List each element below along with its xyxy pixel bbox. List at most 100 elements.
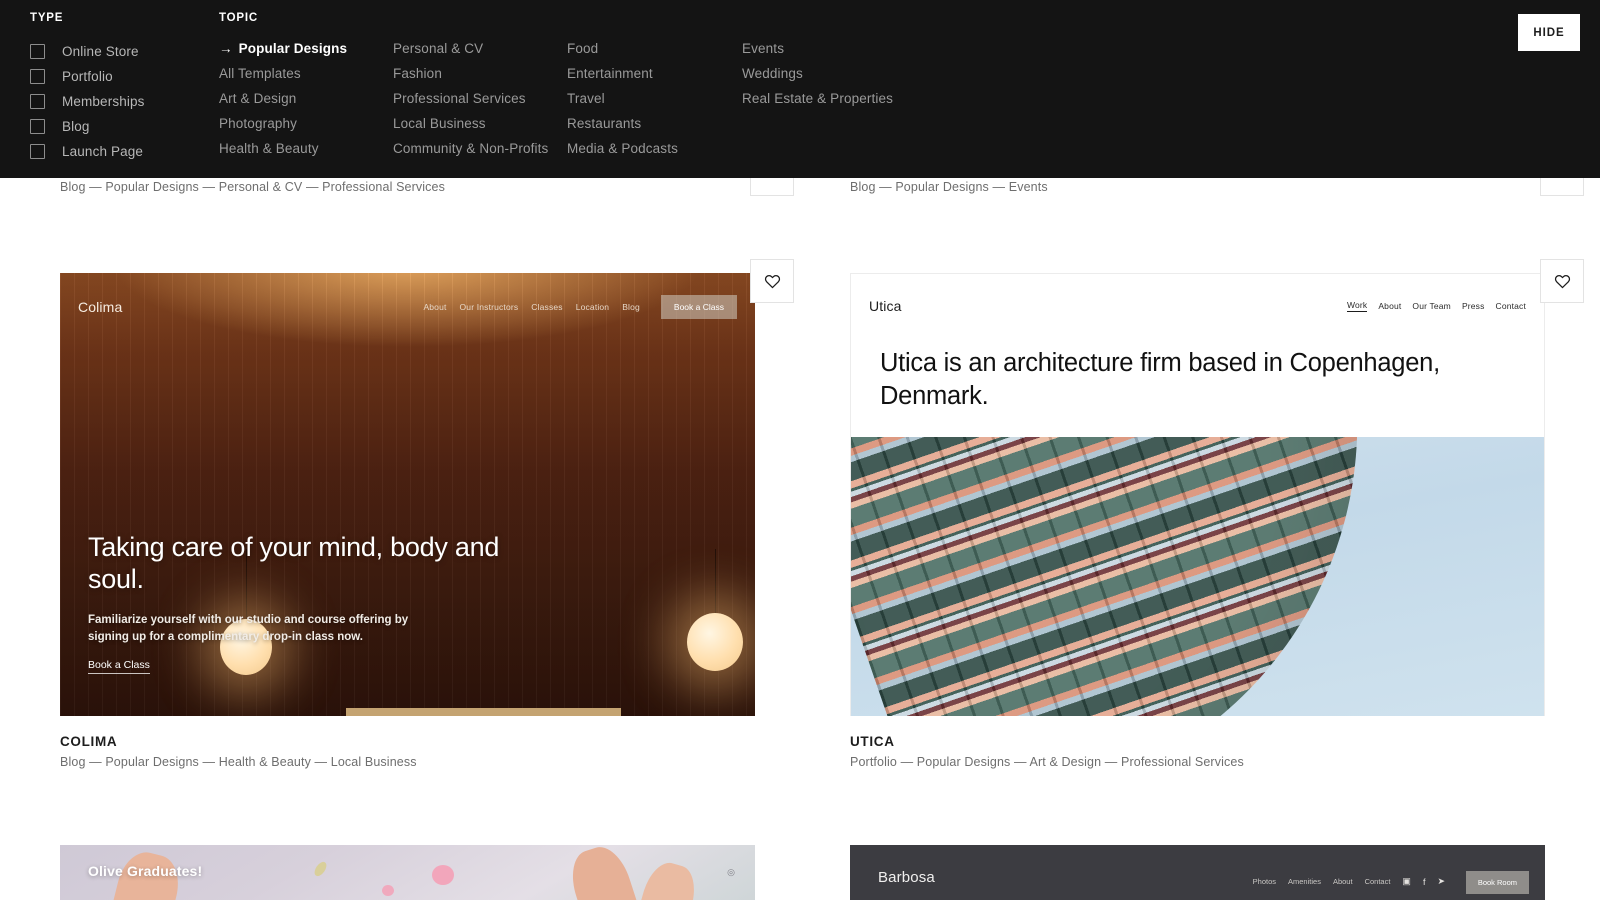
filter-topic-label: Local Business bbox=[393, 116, 486, 131]
filter-type-row[interactable]: Portfolio bbox=[30, 64, 220, 89]
lamp-cord bbox=[715, 549, 716, 615]
preview-nav-link[interactable]: About bbox=[1333, 877, 1353, 886]
facebook-icon[interactable]: f bbox=[1423, 877, 1426, 887]
template-card-barbosa[interactable]: Barbosa Photos Amenities About Contact ▣… bbox=[850, 845, 1600, 900]
filter-topic-item[interactable]: Fashion bbox=[393, 61, 567, 86]
template-preview-colima[interactable]: Colima About Our Instructors Classes Loc… bbox=[60, 273, 755, 716]
filter-topic-heading: TOPIC bbox=[219, 12, 258, 24]
preview-nav-link[interactable]: Blog bbox=[622, 302, 640, 312]
filter-type-heading: TYPE bbox=[30, 12, 64, 24]
heart-icon bbox=[764, 274, 780, 288]
preview-cta-button[interactable]: Book a Class bbox=[660, 295, 737, 319]
preview-nav-link[interactable]: Press bbox=[1462, 301, 1485, 311]
template-card-colima[interactable]: Colima About Our Instructors Classes Loc… bbox=[60, 259, 810, 782]
preview-nav-link[interactable]: Contact bbox=[1496, 301, 1526, 311]
checkbox-icon[interactable] bbox=[30, 144, 45, 159]
photo-shape bbox=[563, 845, 649, 900]
checkbox-icon[interactable] bbox=[30, 69, 45, 84]
confetti bbox=[382, 885, 394, 896]
confetti bbox=[312, 859, 329, 879]
filter-type-row[interactable]: Launch Page bbox=[30, 139, 220, 164]
menu-icon[interactable]: ◎ bbox=[727, 867, 735, 878]
checkbox-icon[interactable] bbox=[30, 94, 45, 109]
filter-topic-item[interactable]: Personal & CV bbox=[393, 36, 567, 61]
filter-topic-grid: → Popular Designs All Templates Art & Desig… bbox=[219, 36, 916, 161]
preview-site-logo: Utica bbox=[869, 298, 902, 314]
template-card-utica[interactable]: Utica Work About Our Team Press Contact … bbox=[850, 259, 1600, 782]
filter-topic-item[interactable]: Media & Podcasts bbox=[567, 136, 742, 161]
preview-nav-links: About Our Instructors Classes Location B… bbox=[423, 295, 737, 319]
filter-topic-item[interactable]: Photography bbox=[219, 111, 393, 136]
filter-panel: TYPE Online Store Portfolio Memberships Blo… bbox=[0, 0, 1600, 178]
filter-topic-item[interactable]: Entertainment bbox=[567, 61, 742, 86]
preview-nav-link[interactable]: Contact bbox=[1365, 877, 1391, 886]
filter-topic-label: Food bbox=[567, 41, 599, 56]
filter-topic-item[interactable]: Restaurants bbox=[567, 111, 742, 136]
filter-type-row[interactable]: Blog bbox=[30, 114, 220, 139]
preview-nav-links: Photos Amenities About Contact ▣ f ➤ bbox=[1253, 876, 1445, 887]
filter-topic-item[interactable]: Professional Services bbox=[393, 86, 567, 111]
filter-type-row[interactable]: Memberships bbox=[30, 89, 220, 114]
filter-type-label: Blog bbox=[62, 119, 90, 134]
preview-nav-link[interactable]: Amenities bbox=[1288, 877, 1321, 886]
filter-topic-item[interactable]: Health & Beauty bbox=[219, 136, 393, 161]
filter-topic-column: Events Weddings Real Estate & Properties bbox=[742, 36, 916, 161]
filter-topic-label: Professional Services bbox=[393, 91, 526, 106]
filter-topic-column: Personal & CV Fashion Professional Service… bbox=[393, 36, 567, 161]
filter-topic-column: → Popular Designs All Templates Art & Desig… bbox=[219, 36, 393, 161]
filter-topic-item[interactable]: Events bbox=[742, 36, 916, 61]
template-card-olive[interactable]: Olive Graduates! ◎ bbox=[60, 845, 810, 900]
favorite-button[interactable] bbox=[1540, 259, 1584, 303]
preview-nav-link[interactable]: Our Team bbox=[1412, 301, 1451, 311]
filter-topic-item[interactable]: Real Estate & Properties bbox=[742, 86, 916, 111]
building-facade bbox=[851, 437, 1461, 716]
preview-hero-heading: Utica is an architecture firm based in C… bbox=[880, 349, 1440, 410]
filter-topic-item[interactable]: Local Business bbox=[393, 111, 567, 136]
filter-topic-item[interactable]: Art & Design bbox=[219, 86, 393, 111]
filter-topic-label: All Templates bbox=[219, 66, 301, 81]
preview-nav-link[interactable]: Our Instructors bbox=[460, 302, 519, 312]
filter-topic-label: Art & Design bbox=[219, 91, 297, 106]
checkbox-icon[interactable] bbox=[30, 119, 45, 134]
instagram-icon[interactable]: ▣ bbox=[1402, 876, 1411, 887]
filter-topic-item[interactable]: All Templates bbox=[219, 61, 393, 86]
template-preview-utica[interactable]: Utica Work About Our Team Press Contact … bbox=[850, 273, 1545, 716]
preview-nav-link[interactable]: Work bbox=[1346, 300, 1368, 312]
window-view bbox=[346, 708, 621, 716]
filter-type-list: Online Store Portfolio Memberships Blog Laun… bbox=[30, 39, 220, 164]
preview-nav-link[interactable]: Photos bbox=[1253, 877, 1276, 886]
preview-nav-link[interactable]: About bbox=[423, 302, 446, 312]
template-preview-olive[interactable]: Olive Graduates! ◎ bbox=[60, 845, 755, 900]
filter-type-row[interactable]: Online Store bbox=[30, 39, 220, 64]
filter-topic-item[interactable]: → Popular Designs bbox=[219, 36, 393, 61]
filter-topic-item[interactable]: Community & Non-Profits bbox=[393, 136, 567, 161]
preview-hero-heading: Taking care of your mind, body and soul. bbox=[88, 531, 500, 594]
filter-topic-item[interactable]: Weddings bbox=[742, 61, 916, 86]
preview-nav-link[interactable]: Location bbox=[576, 302, 610, 312]
template-preview-barbosa[interactable]: Barbosa Photos Amenities About Contact ▣… bbox=[850, 845, 1545, 900]
twitter-icon[interactable]: ➤ bbox=[1437, 876, 1445, 887]
preview-hero-link[interactable]: Book a Class bbox=[88, 659, 150, 674]
filter-topic-label: Events bbox=[742, 41, 785, 56]
filter-type-label: Online Store bbox=[62, 44, 139, 59]
preview-nav-link[interactable]: About bbox=[1378, 301, 1401, 311]
template-card-partial-left[interactable]: Blog — Popular Designs — Personal & CV —… bbox=[60, 162, 810, 226]
preview-nav-link[interactable]: Classes bbox=[531, 302, 562, 312]
arrow-right-icon: → bbox=[219, 41, 233, 56]
preview-cta-button[interactable]: Book Room bbox=[1465, 871, 1529, 894]
filter-type-label: Memberships bbox=[62, 94, 145, 109]
card-meta: Blog — Popular Designs — Personal & CV —… bbox=[60, 178, 810, 226]
filter-topic-label: Popular Designs bbox=[238, 41, 348, 56]
preview-photo-building bbox=[851, 437, 1544, 716]
filter-topic-item[interactable]: Food bbox=[567, 36, 742, 61]
results-row-main: Colima About Our Instructors Classes Loc… bbox=[0, 259, 1600, 782]
hide-button[interactable]: HIDE bbox=[1518, 14, 1580, 51]
card-breadcrumbs: Blog — Popular Designs — Health & Beauty… bbox=[60, 755, 417, 769]
filter-type-label: Portfolio bbox=[62, 69, 113, 84]
filter-topic-label: Personal & CV bbox=[393, 41, 484, 56]
favorite-button[interactable] bbox=[750, 259, 794, 303]
checkbox-icon[interactable] bbox=[30, 44, 45, 59]
template-card-partial-right[interactable]: Blog — Popular Designs — Events bbox=[850, 162, 1600, 226]
filter-topic-item[interactable]: Travel bbox=[567, 86, 742, 111]
preview-site-logo: Colima bbox=[78, 299, 123, 315]
